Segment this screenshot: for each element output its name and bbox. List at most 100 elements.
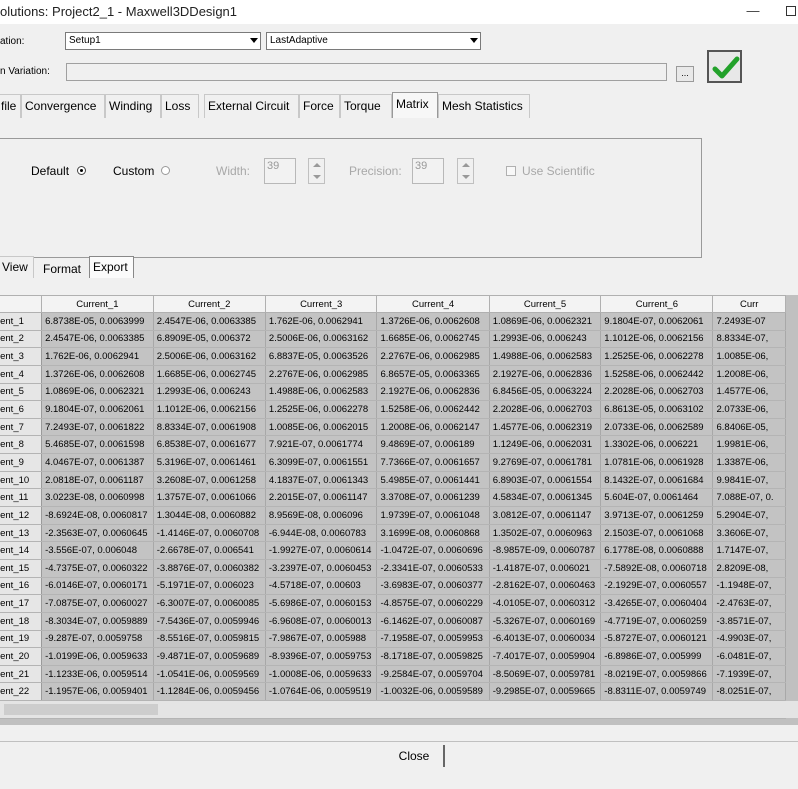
- matrix-cell[interactable]: 1.3726E-06, 0.0062608: [376, 312, 490, 331]
- scrollbar-thumb[interactable]: [4, 704, 158, 715]
- tab-winding[interactable]: Winding: [105, 94, 161, 118]
- matrix-cell[interactable]: 2.8209E-08,: [712, 559, 786, 578]
- matrix-cell[interactable]: -9.287E-07, 0.0059758: [41, 630, 154, 649]
- matrix-cell[interactable]: -8.0251E-07,: [712, 682, 786, 702]
- precision-input[interactable]: 39: [412, 158, 444, 184]
- column-header[interactable]: Curr: [712, 295, 786, 313]
- row-header[interactable]: urrent_7: [0, 418, 43, 437]
- matrix-cell[interactable]: -3.4265E-07, 0.0060404: [600, 594, 714, 613]
- matrix-cell[interactable]: 5.2904E-07,: [712, 506, 786, 525]
- row-header[interactable]: urrent_14: [0, 541, 43, 560]
- matrix-cell[interactable]: 1.7147E-07,: [712, 541, 786, 560]
- matrix-cell[interactable]: 3.0812E-07, 0.0061147: [489, 506, 602, 525]
- matrix-cell[interactable]: 1.0781E-06, 0.0061928: [600, 453, 714, 472]
- subtab-export[interactable]: Export: [89, 256, 134, 278]
- matrix-cell[interactable]: -2.1929E-07, 0.0060557: [600, 577, 714, 596]
- matrix-cell[interactable]: -4.9903E-07,: [712, 630, 786, 649]
- matrix-cell[interactable]: -8.3034E-07, 0.0059889: [41, 612, 154, 631]
- matrix-cell[interactable]: 6.8909E-05, 0.006372: [153, 330, 266, 349]
- matrix-cell[interactable]: 8.8334E-07,: [712, 330, 786, 349]
- matrix-cell[interactable]: 1.6685E-06, 0.0062745: [376, 330, 490, 349]
- matrix-cell[interactable]: -9.4871E-07, 0.0059689: [153, 647, 266, 666]
- precision-spinner[interactable]: [457, 158, 474, 184]
- row-header[interactable]: urrent_2: [0, 330, 43, 349]
- row-header[interactable]: urrent_20: [0, 647, 43, 666]
- matrix-cell[interactable]: 8.1432E-07, 0.0061684: [600, 471, 714, 490]
- column-header[interactable]: Current_3: [264, 295, 378, 313]
- matrix-cell[interactable]: -2.4763E-07,: [712, 594, 786, 613]
- matrix-cell[interactable]: -3.6983E-07, 0.0060377: [376, 577, 490, 596]
- matrix-cell[interactable]: 2.1927E-06, 0.0062836: [376, 383, 490, 402]
- row-header[interactable]: urrent_9: [0, 453, 43, 472]
- matrix-cell[interactable]: 3.3708E-07, 0.0061239: [376, 488, 490, 508]
- matrix-cell[interactable]: -2.8162E-07, 0.0060463: [489, 577, 602, 596]
- matrix-cell[interactable]: 9.1804E-07, 0.0062061: [41, 400, 154, 419]
- row-header[interactable]: urrent_16: [0, 577, 43, 596]
- row-header[interactable]: urrent_19: [0, 630, 43, 649]
- matrix-cell[interactable]: 5.3196E-07, 0.0061461: [153, 453, 266, 472]
- subtab-view[interactable]: View: [0, 256, 34, 278]
- matrix-cell[interactable]: -3.8876E-07, 0.0060382: [153, 559, 266, 578]
- matrix-cell[interactable]: 2.0733E-06, 0.0062589: [600, 418, 714, 437]
- tab-external-circuit[interactable]: External Circuit: [204, 94, 299, 118]
- matrix-cell[interactable]: -7.5892E-08, 0.0060718: [600, 559, 714, 578]
- browse-button[interactable]: ...: [676, 66, 694, 82]
- matrix-cell[interactable]: 1.2525E-06, 0.0062278: [600, 347, 714, 366]
- row-header[interactable]: urrent_4: [0, 365, 43, 384]
- matrix-cell[interactable]: 2.2028E-06, 0.0062703: [489, 400, 602, 419]
- matrix-cell[interactable]: 1.3044E-08, 0.0060882: [153, 506, 266, 525]
- tab-loss[interactable]: Loss: [161, 94, 199, 118]
- matrix-cell[interactable]: 1.0869E-06, 0.0062321: [489, 312, 602, 331]
- matrix-cell[interactable]: -4.7719E-07, 0.0060259: [600, 612, 714, 631]
- matrix-cell[interactable]: -6.944E-08, 0.0060783: [265, 524, 378, 543]
- matrix-cell[interactable]: 7.2493E-07: [712, 312, 786, 331]
- matrix-cell[interactable]: 6.8456E-05, 0.0063224: [489, 383, 602, 402]
- matrix-cell[interactable]: 1.2993E-06, 0.006243: [153, 383, 266, 402]
- matrix-cell[interactable]: -3.8571E-07,: [712, 612, 786, 631]
- close-button[interactable]: Close: [385, 745, 445, 767]
- matrix-cell[interactable]: -1.1957E-06, 0.0059401: [41, 682, 154, 702]
- matrix-cell[interactable]: -1.1233E-06, 0.0059514: [41, 665, 154, 684]
- matrix-cell[interactable]: -8.5069E-07, 0.0059781: [489, 665, 602, 684]
- matrix-cell[interactable]: -1.0008E-06, 0.0059633: [265, 665, 378, 684]
- width-input[interactable]: 39: [264, 158, 296, 184]
- matrix-cell[interactable]: -8.8311E-07, 0.0059749: [600, 682, 714, 702]
- matrix-cell[interactable]: -8.5516E-07, 0.0059815: [153, 630, 266, 649]
- width-spinner[interactable]: [308, 158, 325, 184]
- matrix-cell[interactable]: -2.3563E-07, 0.0060645: [41, 524, 154, 543]
- matrix-cell[interactable]: 4.1837E-07, 0.0061343: [265, 471, 378, 490]
- column-header[interactable]: Current_6: [600, 295, 714, 313]
- matrix-cell[interactable]: 2.2015E-07, 0.0061147: [265, 488, 378, 508]
- use-scientific-checkbox[interactable]: [506, 166, 516, 176]
- matrix-cell[interactable]: -2.3341E-07, 0.0060533: [376, 559, 490, 578]
- matrix-cell[interactable]: -1.0541E-06, 0.0059569: [153, 665, 266, 684]
- solution-select[interactable]: Setup1: [65, 32, 261, 50]
- matrix-cell[interactable]: 9.1804E-07, 0.0062061: [600, 312, 714, 331]
- matrix-cell[interactable]: 1.1249E-06, 0.0062031: [489, 435, 602, 455]
- row-header[interactable]: urrent_22: [0, 682, 43, 702]
- horizontal-scrollbar[interactable]: [0, 701, 798, 718]
- row-header[interactable]: urrent_8: [0, 435, 43, 455]
- matrix-cell[interactable]: 2.1927E-06, 0.0062836: [489, 365, 602, 384]
- custom-radio[interactable]: [161, 166, 170, 175]
- matrix-cell[interactable]: 8.8334E-07, 0.0061908: [153, 418, 266, 437]
- matrix-cell[interactable]: 1.9981E-06,: [712, 435, 786, 455]
- matrix-cell[interactable]: -8.1718E-07, 0.0059825: [376, 647, 490, 666]
- matrix-cell[interactable]: 9.9841E-07,: [712, 471, 786, 490]
- matrix-cell[interactable]: -8.9396E-07, 0.0059753: [265, 647, 378, 666]
- matrix-cell[interactable]: 2.0733E-06,: [712, 400, 786, 419]
- matrix-cell[interactable]: 9.4869E-07, 0.006189: [376, 435, 490, 455]
- row-header[interactable]: urrent_18: [0, 612, 43, 631]
- matrix-cell[interactable]: 2.4547E-06, 0.0063385: [41, 330, 154, 349]
- matrix-cell[interactable]: 2.2767E-06, 0.0062985: [376, 347, 490, 366]
- matrix-cell[interactable]: -1.0199E-06, 0.0059633: [41, 647, 154, 666]
- matrix-cell[interactable]: 1.3502E-07, 0.0060963: [489, 524, 602, 543]
- matrix-cell[interactable]: 5.4985E-07, 0.0061441: [376, 471, 490, 490]
- maximize-button[interactable]: [786, 6, 796, 16]
- matrix-cell[interactable]: 1.2008E-06, 0.0062147: [376, 418, 490, 437]
- row-header[interactable]: urrent_15: [0, 559, 43, 578]
- column-header[interactable]: Current_4: [376, 295, 490, 313]
- matrix-cell[interactable]: 2.2767E-06, 0.0062985: [265, 365, 378, 384]
- matrix-cell[interactable]: 7.2493E-07, 0.0061822: [41, 418, 154, 437]
- matrix-cell[interactable]: 5.604E-07, 0.0061464: [600, 488, 714, 508]
